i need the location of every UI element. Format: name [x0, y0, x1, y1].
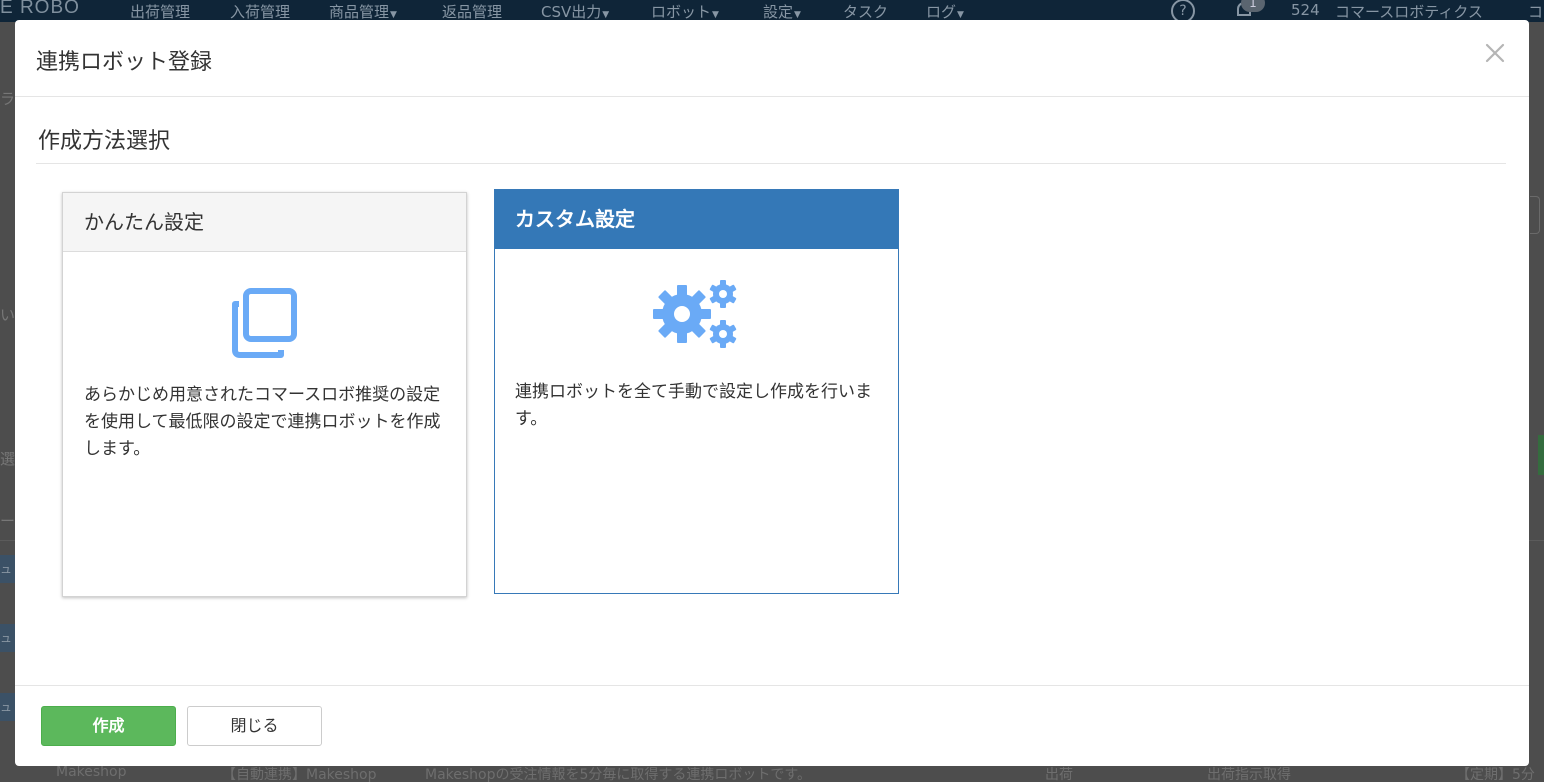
card-description: 連携ロボットを全て手動で設定し作成を行います。 — [515, 382, 872, 429]
custom-setup-card[interactable]: カスタム設定 連携ロボットを全て手動で設定し作成を行います。 — [494, 189, 899, 594]
bg-green-button-edge — [1538, 435, 1544, 475]
nav-robots[interactable]: ロボット▼ — [651, 1, 719, 22]
create-button[interactable]: 作成 — [41, 706, 176, 746]
nav-tasks[interactable]: タスク — [843, 1, 888, 22]
robot-register-modal: 連携ロボット登録 作成方法選択 かんたん設定 あらかじめ用意されたコマースロボ推… — [15, 20, 1529, 766]
bg-row-label: ュ — [0, 624, 16, 652]
bg-divider — [1529, 540, 1544, 541]
bg-divider — [0, 540, 15, 541]
top-navbar: E ROBO 出荷管理 入荷管理 商品管理▼ 返品管理 CSV出力▼ ロボット▼… — [0, 0, 1544, 23]
card-title: かんたん設定 — [63, 193, 466, 252]
chevron-down-icon: ▼ — [957, 10, 964, 20]
nav-returns[interactable]: 返品管理 — [442, 1, 502, 22]
bg-text-fragment: い — [0, 306, 16, 324]
bg-row-label: ュ — [0, 555, 16, 583]
app-logo: E ROBO — [0, 0, 80, 18]
bg-text-fragment: ー — [0, 512, 16, 530]
bg-table-row: Makeshop 【自動連携】Makeshop Makeshopの受注情報を5分… — [0, 764, 1544, 782]
account-id: 524 — [1291, 1, 1320, 19]
chevron-down-icon: ▼ — [602, 10, 610, 20]
chevron-down-icon: ▼ — [712, 10, 719, 20]
bg-row-label: ュ — [0, 693, 16, 721]
bg-cell: Makeshop — [56, 764, 127, 780]
bg-cell: 【自動連携】Makeshop — [222, 767, 377, 782]
nav-settings[interactable]: 設定▼ — [763, 1, 801, 22]
close-button[interactable]: 閉じる — [187, 706, 322, 746]
bg-input-edge — [1530, 196, 1540, 234]
chevron-down-icon: ▼ — [794, 10, 801, 20]
nav-shipping[interactable]: 出荷管理 — [130, 1, 190, 22]
bg-cell: 【定期】5分 — [1456, 767, 1535, 782]
notification-badge: 1 — [1241, 0, 1265, 12]
card-description: あらかじめ用意されたコマースロボ推奨の設定を使用して最低限の設定で連携ロボットを… — [84, 385, 441, 459]
bg-cell: 出荷 — [1045, 767, 1073, 782]
bg-cell: 出荷指示取得 — [1207, 767, 1291, 782]
account-name[interactable]: コマースロボティクス — [1335, 1, 1483, 22]
gears-icon — [653, 280, 737, 348]
close-icon[interactable] — [1482, 40, 1508, 66]
nav-products[interactable]: 商品管理▼ — [329, 1, 397, 22]
copy-icon — [232, 288, 297, 358]
modal-header: 連携ロボット登録 — [15, 20, 1529, 97]
bg-cell: Makeshopの受注情報を5分毎に取得する連携ロボットです。 — [425, 767, 812, 782]
section-title: 作成方法選択 — [38, 129, 171, 154]
nav-receiving[interactable]: 入荷管理 — [230, 1, 290, 22]
chevron-down-icon: ▼ — [390, 10, 397, 20]
modal-title: 連携ロボット登録 — [36, 50, 213, 75]
modal-footer: 作成 閉じる — [15, 685, 1529, 766]
nav-csv-export[interactable]: CSV出力▼ — [541, 1, 609, 22]
simple-setup-card[interactable]: かんたん設定 あらかじめ用意されたコマースロボ推奨の設定を使用して最低限の設定で… — [62, 192, 467, 597]
card-title: カスタム設定 — [495, 190, 898, 249]
bg-text-fragment: ラ — [0, 90, 16, 108]
section-divider — [36, 163, 1506, 164]
nav-edge-text: コ — [1528, 3, 1544, 21]
nav-logs[interactable]: ログ▼ — [926, 1, 964, 22]
